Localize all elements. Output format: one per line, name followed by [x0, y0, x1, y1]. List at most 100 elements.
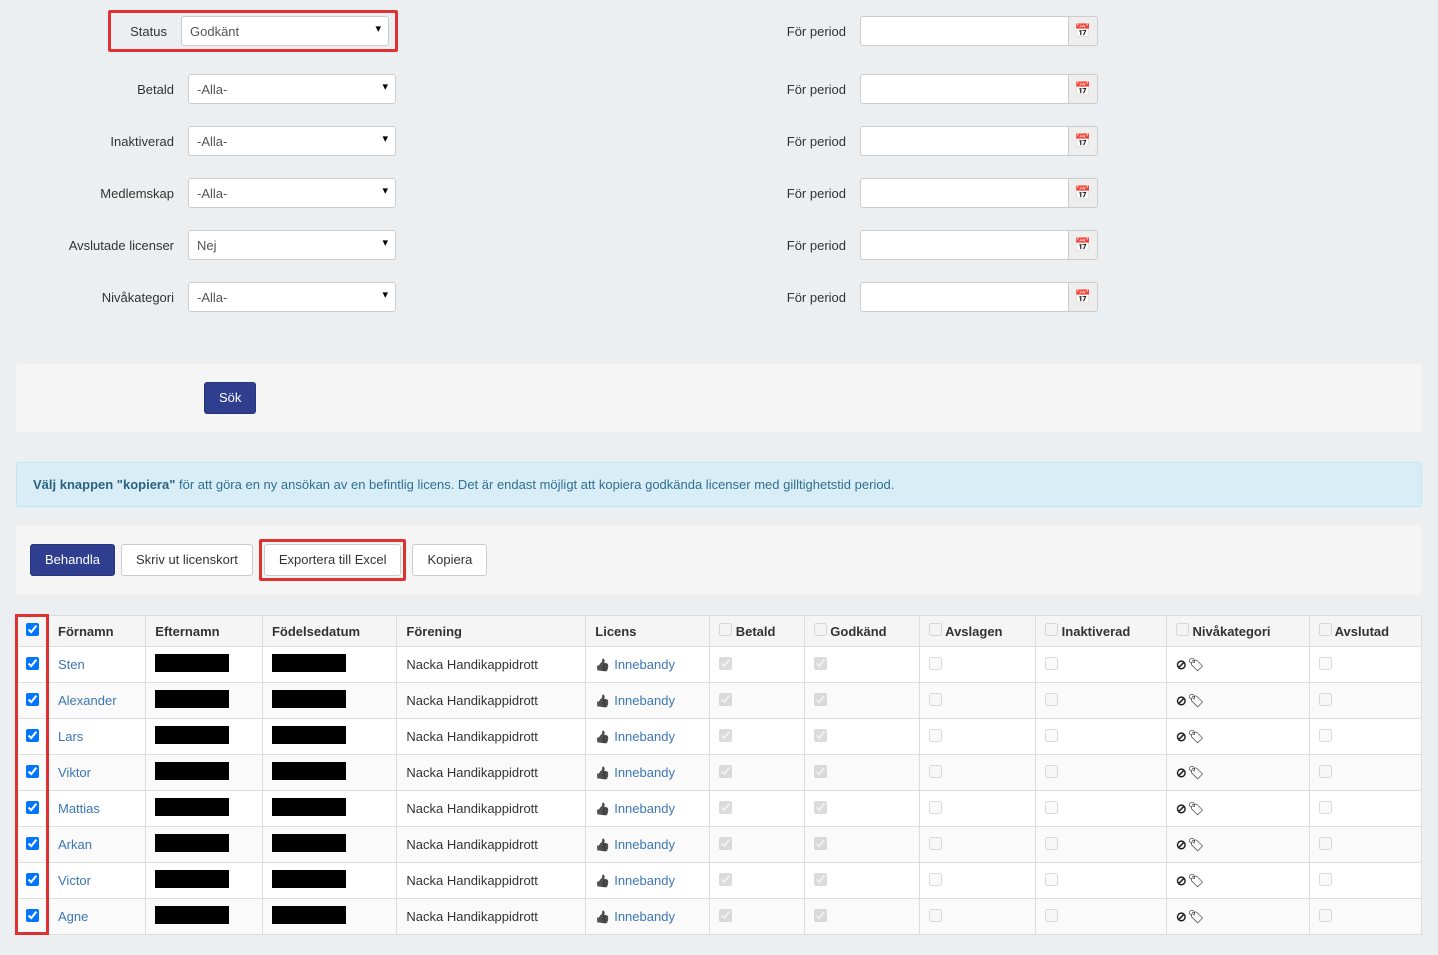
fornamn-link[interactable]: Victor: [58, 873, 91, 888]
inaktiverad-checkbox: [1045, 837, 1058, 850]
col-godkand: Godkänd: [804, 616, 919, 647]
betald-checkbox: [719, 909, 732, 922]
betald-checkbox: [719, 873, 732, 886]
licens-link[interactable]: Innebandy: [614, 657, 675, 672]
fornamn-link[interactable]: Agne: [58, 909, 88, 924]
forening-cell: Nacka Handikappidrott: [397, 791, 586, 827]
avslutade-select[interactable]: Nej: [188, 230, 396, 260]
calendar-icon[interactable]: 📅: [1068, 126, 1098, 156]
period-input-4[interactable]: [860, 178, 1068, 208]
select-all-checkbox[interactable]: [26, 623, 39, 636]
efternamn-redacted: [155, 762, 229, 780]
fodelsedatum-redacted: [272, 690, 346, 708]
nivakategori-icons: [1176, 765, 1205, 780]
calendar-icon[interactable]: 📅: [1068, 16, 1098, 46]
licens-link[interactable]: Innebandy: [614, 837, 675, 852]
medlemskap-select[interactable]: -Alla-: [188, 178, 396, 208]
betald-select[interactable]: -Alla-: [188, 74, 396, 104]
row-select-checkbox[interactable]: [26, 873, 39, 886]
avslutad-checkbox: [1319, 729, 1332, 742]
inaktiverad-select[interactable]: -Alla-: [188, 126, 396, 156]
licens-link[interactable]: Innebandy: [614, 693, 675, 708]
ban-icon: [1176, 765, 1188, 780]
fornamn-link[interactable]: Lars: [58, 729, 83, 744]
godkand-checkbox: [814, 729, 827, 742]
row-select-checkbox[interactable]: [26, 837, 39, 850]
search-button[interactable]: Sök: [204, 382, 256, 414]
col-avslutad: Avslutad: [1309, 616, 1421, 647]
period-label-6: För period: [720, 290, 860, 305]
info-alert-text: för att göra en ny ansökan av en befintl…: [175, 477, 894, 492]
avslagen-checkbox: [929, 801, 942, 814]
period-input-2[interactable]: [860, 74, 1068, 104]
calendar-icon[interactable]: 📅: [1068, 282, 1098, 312]
licens-link[interactable]: Innebandy: [614, 873, 675, 888]
ban-icon: [1176, 909, 1188, 924]
kopiera-button[interactable]: Kopiera: [412, 544, 487, 576]
betald-label: Betald: [0, 82, 188, 97]
fodelsedatum-redacted: [272, 834, 346, 852]
nivakategori-icons: [1176, 657, 1205, 672]
col-inaktiverad-checkbox: [1045, 623, 1058, 636]
export-highlight: Exportera till Excel: [259, 539, 407, 581]
nivakategori-icons: [1176, 693, 1205, 708]
tag-icon: [1188, 909, 1206, 924]
export-excel-button[interactable]: Exportera till Excel: [264, 544, 402, 576]
period-input-5[interactable]: [860, 230, 1068, 260]
tag-icon: [1188, 801, 1206, 816]
table-row: Sten Nacka Handikappidrott Innebandy: [17, 647, 1422, 683]
efternamn-redacted: [155, 870, 229, 888]
row-select-checkbox[interactable]: [26, 729, 39, 742]
col-godkand-checkbox: [814, 623, 827, 636]
fodelsedatum-redacted: [272, 762, 346, 780]
tag-icon: [1188, 729, 1206, 744]
calendar-icon[interactable]: 📅: [1068, 178, 1098, 208]
col-avslutad-checkbox: [1319, 623, 1332, 636]
period-input-6[interactable]: [860, 282, 1068, 312]
licens-link[interactable]: Innebandy: [614, 801, 675, 816]
col-licens: Licens: [586, 616, 710, 647]
calendar-icon[interactable]: 📅: [1068, 74, 1098, 104]
row-select-checkbox[interactable]: [26, 765, 39, 778]
forening-cell: Nacka Handikappidrott: [397, 683, 586, 719]
period-label-3: För period: [720, 134, 860, 149]
licens-link[interactable]: Innebandy: [614, 729, 675, 744]
row-select-checkbox[interactable]: [26, 693, 39, 706]
avslagen-checkbox: [929, 765, 942, 778]
efternamn-redacted: [155, 654, 229, 672]
tag-icon: [1188, 657, 1206, 672]
col-betald: Betald: [710, 616, 805, 647]
licens-link[interactable]: Innebandy: [614, 909, 675, 924]
col-betald-checkbox: [719, 623, 732, 636]
licens-link[interactable]: Innebandy: [614, 765, 675, 780]
avslagen-checkbox: [929, 729, 942, 742]
tag-icon: [1188, 765, 1206, 780]
col-nivakategori: Nivåkategori: [1166, 616, 1309, 647]
fornamn-link[interactable]: Sten: [58, 657, 85, 672]
tag-icon: [1188, 693, 1206, 708]
behandla-button[interactable]: Behandla: [30, 544, 115, 576]
results-table: Förnamn Efternamn Födelsedatum Förening …: [16, 615, 1422, 935]
tag-icon: [1188, 837, 1206, 852]
row-select-checkbox[interactable]: [26, 801, 39, 814]
fornamn-link[interactable]: Viktor: [58, 765, 91, 780]
nivakategori-label: Nivåkategori: [0, 290, 188, 305]
period-input-3[interactable]: [860, 126, 1068, 156]
avslagen-checkbox: [929, 693, 942, 706]
fornamn-link[interactable]: Arkan: [58, 837, 92, 852]
period-input-1[interactable]: [860, 16, 1068, 46]
forening-cell: Nacka Handikappidrott: [397, 647, 586, 683]
fornamn-link[interactable]: Alexander: [58, 693, 117, 708]
fornamn-link[interactable]: Mattias: [58, 801, 100, 816]
skriv-ut-button[interactable]: Skriv ut licenskort: [121, 544, 253, 576]
nivakategori-select[interactable]: -Alla-: [188, 282, 396, 312]
fodelsedatum-redacted: [272, 654, 346, 672]
forening-cell: Nacka Handikappidrott: [397, 863, 586, 899]
fodelsedatum-redacted: [272, 726, 346, 744]
row-select-checkbox[interactable]: [26, 657, 39, 670]
calendar-icon[interactable]: 📅: [1068, 230, 1098, 260]
row-select-checkbox[interactable]: [26, 909, 39, 922]
table-row: ArkanNacka HandikappidrottInnebandy: [17, 827, 1422, 863]
status-select[interactable]: Godkänt: [181, 16, 389, 46]
table-row: LarsNacka HandikappidrottInnebandy: [17, 719, 1422, 755]
